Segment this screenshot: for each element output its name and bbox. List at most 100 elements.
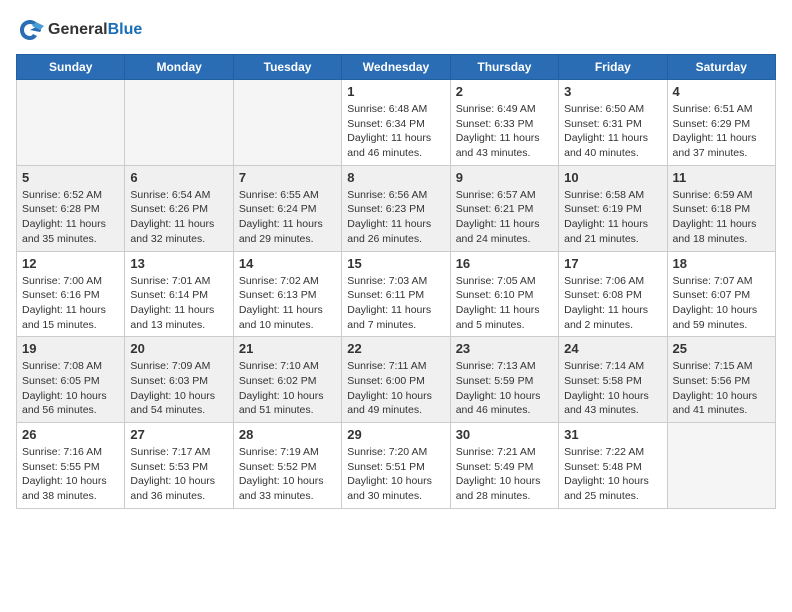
logo: GeneralBlue bbox=[16, 16, 142, 44]
cell-info: Sunrise: 7:19 AMSunset: 5:52 PMDaylight:… bbox=[239, 445, 336, 504]
day-number: 19 bbox=[22, 341, 119, 356]
day-number: 25 bbox=[673, 341, 770, 356]
day-number: 24 bbox=[564, 341, 661, 356]
cell-info: Sunrise: 7:14 AMSunset: 5:58 PMDaylight:… bbox=[564, 359, 661, 418]
day-number: 10 bbox=[564, 170, 661, 185]
cell-info: Sunrise: 7:17 AMSunset: 5:53 PMDaylight:… bbox=[130, 445, 227, 504]
cell-info: Sunrise: 7:22 AMSunset: 5:48 PMDaylight:… bbox=[564, 445, 661, 504]
day-number: 17 bbox=[564, 256, 661, 271]
weekday-thursday: Thursday bbox=[450, 55, 558, 80]
weekday-tuesday: Tuesday bbox=[233, 55, 341, 80]
weekday-sunday: Sunday bbox=[17, 55, 125, 80]
calendar-cell: 23Sunrise: 7:13 AMSunset: 5:59 PMDayligh… bbox=[450, 337, 558, 423]
cell-info: Sunrise: 7:15 AMSunset: 5:56 PMDaylight:… bbox=[673, 359, 770, 418]
calendar-cell: 13 Sunrise: 7:01 AMSunset: 6:14 PMDayligh… bbox=[125, 251, 233, 337]
cell-info: Sunrise: 7:00 AMSunset: 6:16 PMDaylight:… bbox=[22, 274, 119, 333]
cell-info: Sunrise: 7:05 AMSunset: 6:10 PMDaylight:… bbox=[456, 274, 553, 333]
day-number: 28 bbox=[239, 427, 336, 442]
calendar-cell bbox=[233, 80, 341, 166]
cell-info: Sunrise: 7:07 AMSunset: 6:07 PMDaylight:… bbox=[673, 274, 770, 333]
calendar-cell: 14 Sunrise: 7:02 AMSunset: 6:13 PMDayligh… bbox=[233, 251, 341, 337]
calendar-cell: 17 Sunrise: 7:06 AMSunset: 6:08 PMDayligh… bbox=[559, 251, 667, 337]
calendar-cell: 28 Sunrise: 7:19 AMSunset: 5:52 PMDayligh… bbox=[233, 423, 341, 509]
cell-info: Sunrise: 7:20 AMSunset: 5:51 PMDaylight:… bbox=[347, 445, 444, 504]
calendar-week-row: 1Sunrise: 6:48 AMSunset: 6:34 PMDaylight… bbox=[17, 80, 776, 166]
calendar-cell: 19 Sunrise: 7:08 AMSunset: 6:05 PMDayligh… bbox=[17, 337, 125, 423]
cell-info: Sunrise: 6:52 AMSunset: 6:28 PMDaylight:… bbox=[22, 188, 119, 247]
day-number: 11 bbox=[673, 170, 770, 185]
cell-info: Sunrise: 6:57 AMSunset: 6:21 PMDaylight:… bbox=[456, 188, 553, 247]
day-number: 31 bbox=[564, 427, 661, 442]
cell-info: Sunrise: 6:49 AMSunset: 6:33 PMDaylight:… bbox=[456, 102, 553, 161]
weekday-friday: Friday bbox=[559, 55, 667, 80]
calendar-cell: 3 Sunrise: 6:50 AMSunset: 6:31 PMDaylight… bbox=[559, 80, 667, 166]
calendar-cell: 31 Sunrise: 7:22 AMSunset: 5:48 PMDayligh… bbox=[559, 423, 667, 509]
cell-info: Sunrise: 7:02 AMSunset: 6:13 PMDaylight:… bbox=[239, 274, 336, 333]
cell-info: Sunrise: 6:50 AMSunset: 6:31 PMDaylight:… bbox=[564, 102, 661, 161]
weekday-wednesday: Wednesday bbox=[342, 55, 450, 80]
calendar-table: SundayMondayTuesdayWednesdayThursdayFrid… bbox=[16, 54, 776, 509]
day-number: 21 bbox=[239, 341, 336, 356]
calendar-cell: 5 Sunrise: 6:52 AMSunset: 6:28 PMDaylight… bbox=[17, 165, 125, 251]
day-number: 23 bbox=[456, 341, 553, 356]
day-number: 27 bbox=[130, 427, 227, 442]
calendar-cell: 29 Sunrise: 7:20 AMSunset: 5:51 PMDayligh… bbox=[342, 423, 450, 509]
weekday-header-row: SundayMondayTuesdayWednesdayThursdayFrid… bbox=[17, 55, 776, 80]
day-number: 15 bbox=[347, 256, 444, 271]
calendar-cell: 27 Sunrise: 7:17 AMSunset: 5:53 PMDayligh… bbox=[125, 423, 233, 509]
day-number: 12 bbox=[22, 256, 119, 271]
day-number: 18 bbox=[673, 256, 770, 271]
day-number: 30 bbox=[456, 427, 553, 442]
calendar-cell: 24 Sunrise: 7:14 AMSunset: 5:58 PMDayligh… bbox=[559, 337, 667, 423]
calendar-cell: 18 Sunrise: 7:07 AMSunset: 6:07 PMDayligh… bbox=[667, 251, 775, 337]
day-number: 13 bbox=[130, 256, 227, 271]
day-number: 7 bbox=[239, 170, 336, 185]
calendar-week-row: 5 Sunrise: 6:52 AMSunset: 6:28 PMDaylight… bbox=[17, 165, 776, 251]
day-number: 20 bbox=[130, 341, 227, 356]
cell-info: Sunrise: 7:06 AMSunset: 6:08 PMDaylight:… bbox=[564, 274, 661, 333]
cell-info: Sunrise: 6:54 AMSunset: 6:26 PMDaylight:… bbox=[130, 188, 227, 247]
day-number: 5 bbox=[22, 170, 119, 185]
logo-icon bbox=[16, 16, 44, 44]
cell-info: Sunrise: 7:16 AMSunset: 5:55 PMDaylight:… bbox=[22, 445, 119, 504]
calendar-cell bbox=[667, 423, 775, 509]
day-number: 9 bbox=[456, 170, 553, 185]
day-number: 29 bbox=[347, 427, 444, 442]
calendar-cell: 1Sunrise: 6:48 AMSunset: 6:34 PMDaylight… bbox=[342, 80, 450, 166]
day-number: 2 bbox=[456, 84, 553, 99]
calendar-week-row: 26 Sunrise: 7:16 AMSunset: 5:55 PMDayligh… bbox=[17, 423, 776, 509]
day-number: 26 bbox=[22, 427, 119, 442]
calendar-cell: 12 Sunrise: 7:00 AMSunset: 6:16 PMDayligh… bbox=[17, 251, 125, 337]
calendar-cell: 6Sunrise: 6:54 AMSunset: 6:26 PMDaylight… bbox=[125, 165, 233, 251]
page-header: GeneralBlue bbox=[16, 16, 776, 44]
cell-info: Sunrise: 7:08 AMSunset: 6:05 PMDaylight:… bbox=[22, 359, 119, 418]
calendar-cell bbox=[125, 80, 233, 166]
cell-info: Sunrise: 7:01 AMSunset: 6:14 PMDaylight:… bbox=[130, 274, 227, 333]
cell-info: Sunrise: 7:03 AMSunset: 6:11 PMDaylight:… bbox=[347, 274, 444, 333]
cell-info: Sunrise: 6:51 AMSunset: 6:29 PMDaylight:… bbox=[673, 102, 770, 161]
cell-info: Sunrise: 7:21 AMSunset: 5:49 PMDaylight:… bbox=[456, 445, 553, 504]
calendar-cell: 22Sunrise: 7:11 AMSunset: 6:00 PMDayligh… bbox=[342, 337, 450, 423]
day-number: 16 bbox=[456, 256, 553, 271]
day-number: 3 bbox=[564, 84, 661, 99]
calendar-cell: 30 Sunrise: 7:21 AMSunset: 5:49 PMDayligh… bbox=[450, 423, 558, 509]
cell-info: Sunrise: 7:09 AMSunset: 6:03 PMDaylight:… bbox=[130, 359, 227, 418]
day-number: 1 bbox=[347, 84, 444, 99]
day-number: 14 bbox=[239, 256, 336, 271]
cell-info: Sunrise: 7:10 AMSunset: 6:02 PMDaylight:… bbox=[239, 359, 336, 418]
calendar-cell: 25 Sunrise: 7:15 AMSunset: 5:56 PMDayligh… bbox=[667, 337, 775, 423]
calendar-cell: 20 Sunrise: 7:09 AMSunset: 6:03 PMDayligh… bbox=[125, 337, 233, 423]
calendar-cell: 9 Sunrise: 6:57 AMSunset: 6:21 PMDaylight… bbox=[450, 165, 558, 251]
day-number: 4 bbox=[673, 84, 770, 99]
calendar-cell: 8Sunrise: 6:56 AMSunset: 6:23 PMDaylight… bbox=[342, 165, 450, 251]
weekday-monday: Monday bbox=[125, 55, 233, 80]
calendar-cell: 2 Sunrise: 6:49 AMSunset: 6:33 PMDaylight… bbox=[450, 80, 558, 166]
calendar-cell: 16 Sunrise: 7:05 AMSunset: 6:10 PMDayligh… bbox=[450, 251, 558, 337]
calendar-cell: 10Sunrise: 6:58 AMSunset: 6:19 PMDayligh… bbox=[559, 165, 667, 251]
calendar-week-row: 19 Sunrise: 7:08 AMSunset: 6:05 PMDayligh… bbox=[17, 337, 776, 423]
calendar-cell bbox=[17, 80, 125, 166]
calendar-cell: 4 Sunrise: 6:51 AMSunset: 6:29 PMDaylight… bbox=[667, 80, 775, 166]
logo-text: GeneralBlue bbox=[48, 21, 142, 39]
calendar-cell: 26 Sunrise: 7:16 AMSunset: 5:55 PMDayligh… bbox=[17, 423, 125, 509]
calendar-cell: 7Sunrise: 6:55 AMSunset: 6:24 PMDaylight… bbox=[233, 165, 341, 251]
